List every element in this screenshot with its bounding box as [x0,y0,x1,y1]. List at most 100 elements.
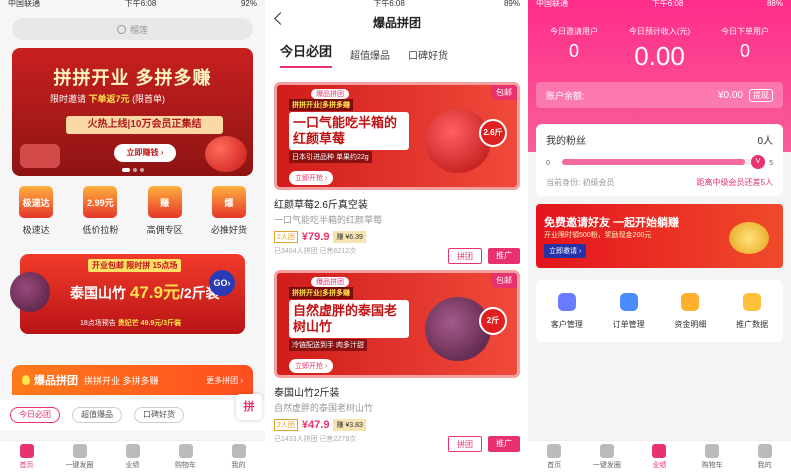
invite-title: 免费邀请好友 一起开始躺赚 [544,217,680,229]
product-banner[interactable]: 爆品拼团 拼拼开业|多拼多赚 自然虚胖的泰国老树山竹 冷链配送到手 肉多汁甜 立即开抢 … [274,270,520,378]
battery-label: 88% [766,0,783,8]
tab-home[interactable]: 首页 [532,444,576,470]
filter-pill[interactable]: 今日必团 [10,407,60,423]
coin-pile-icon [729,222,769,254]
back-icon[interactable] [274,12,287,25]
category-label: 高佣专区 [146,225,183,235]
category-item[interactable]: 2.99元 低价拉粉 [71,186,129,236]
invite-banner[interactable]: 免费邀请好友 一起开始躺赚 开业限时領500粉，奖励现金200元 立即邀请 › [536,204,783,268]
product-card[interactable]: 爆品拼团 拼拼开业|多拼多赚 一口气能吃半箱的红颜草莓 日本引进品种 单果约22g 立即… [274,82,520,264]
funds-icon [681,292,700,311]
filter-pill[interactable]: 口碑好货 [134,407,184,423]
tab-profile[interactable]: 我的 [217,444,261,470]
promote-button[interactable]: 推广 [488,436,520,452]
withdraw-button[interactable]: 提现 [749,88,773,102]
grab-now-button[interactable]: 立即开抢 › [289,171,334,185]
promo-main: 泰国山竹 47.9元/2斤装 [70,283,220,302]
carrier-label: 中国联通 [536,0,568,8]
stat-ordering-users: 今日下单用户 0 [721,27,769,61]
group-buy-button[interactable]: 拼团 [448,436,482,452]
product-name: 红颜草莓2.6斤真空装 [274,200,368,211]
strawberry-image [205,136,247,172]
group-float-button[interactable]: 拼 [236,394,262,420]
customer-icon [557,292,576,311]
banner-subtitle: 限时邀请 下单返7元 (限首单) [50,94,166,104]
invite-now-button[interactable]: 立即邀请 › [544,244,587,258]
balance-row: 账户余额: ¥0.00 提现 [536,82,783,108]
go-button[interactable]: GO› [209,270,235,296]
share-icon [599,444,614,458]
home-icon [547,444,562,458]
group-tab[interactable]: 超值爆品 [350,47,390,68]
mangosteen-promo[interactable]: 开业包邮 限时拼 15点场 泰国山竹 47.9元/2斤装 GO› 18点场预告 … [10,254,245,334]
tab-label: 我的 [757,462,772,469]
group-filter-pills: 今日必团 超值爆品 口碑好货 [0,400,265,430]
product-tag: 爆品拼团 [311,277,349,287]
meat-image [20,144,60,168]
tool-customer[interactable]: 客户管理 [539,292,595,330]
tab-chart[interactable]: 业绩 [111,444,155,470]
group-list-screen: 下午6:08 89% 爆品拼团 今日必团 超值爆品 口碑好货 爆品拼团 拼拼开业|多拼… [266,0,528,472]
banner-band: 火热上线|10万会员正集结 [66,116,223,134]
product-description: 一口气能吃半箱的红颜草莓 [274,215,383,225]
product-slogan: 拼拼开业|多拼多赚 [289,287,353,299]
search-placeholder: 榴莲 [129,24,148,35]
tab-cart[interactable]: 购物车 [164,444,208,470]
category-item[interactable]: 赚高佣专区 [136,186,194,236]
fans-card[interactable]: 我的粉丝 0人 V 0 5 当前身份: 初级会员 距离中级会员还差5人 [536,124,783,196]
product-actions: 拼团 推广 [448,436,520,452]
profile-icon [231,444,246,458]
more-groups-link[interactable]: 更多拼团 › [206,375,243,386]
mangosteen-image [10,272,50,312]
group-tab[interactable]: 今日必团 [280,41,333,68]
search-bar[interactable]: 榴莲 [12,18,253,40]
tab-label: 业绩 [125,462,140,469]
tool-funds[interactable]: 资金明细 [662,292,718,330]
fans-count: 0人 [757,136,773,147]
fans-label: 我的粉丝 [546,136,586,147]
performance-screen: 中国联通 下午6:08 88% 今日邀请用户 0 今日预计收入(元) 0.00 … [528,0,791,472]
product-card[interactable]: 爆品拼团 拼拼开业|多拼多赚 自然虚胖的泰国老树山竹 冷链配送到手 肉多汁甜 立即开抢 … [274,270,520,452]
tab-chart[interactable]: 业绩 [637,444,681,470]
chart-icon [652,444,667,458]
earn-now-button[interactable]: 立即赚钱 › [114,144,176,162]
search-icon [116,24,126,34]
bottom-tabbar: 首页 一键发圈 业绩 购物车 我的 [0,440,265,472]
battery-label: 89% [503,0,520,8]
category-item[interactable]: 爆必推好货 [200,186,258,236]
tab-home[interactable]: 首页 [5,444,49,470]
tool-promo-data[interactable]: 推广数据 [724,292,780,330]
tool-label: 订单管理 [612,319,645,329]
tab-profile[interactable]: 我的 [743,444,787,470]
tab-share[interactable]: 一键发圈 [58,444,102,470]
promote-button[interactable]: 推广 [488,248,520,264]
product-slogan: 拼拼开业|多拼多赚 [289,99,353,111]
tab-cart[interactable]: 购物车 [690,444,734,470]
cart-icon [178,444,193,458]
flame-icon [22,375,30,385]
group-size-badge: 2人团 [274,419,298,431]
hot-title: 爆品拼团 [34,375,78,387]
product-headline: 一口气能吃半箱的红颜草莓 [289,112,409,150]
group-buy-button[interactable]: 拼团 [448,248,482,264]
grab-now-button[interactable]: 立即开抢 › [289,359,334,373]
category-label: 必推好货 [210,225,247,235]
product-actions: 拼团 推广 [448,248,520,264]
category-item[interactable]: 极速达 极速达 [7,186,65,236]
carousel-dots[interactable] [12,168,253,172]
group-size-badge: 2人团 [274,231,298,243]
status-bar: 中国联通 下午6:08 88% [528,0,791,8]
filter-pill[interactable]: 超值爆品 [72,407,122,423]
weight-badge: 2斤 [479,307,507,335]
promo-banner[interactable]: 拼拼开业 多拼多赚 限时邀请 下单返7元 (限首单) 火热上线|10万会员正集结… [12,48,253,176]
tool-order[interactable]: 订单管理 [601,292,657,330]
tool-grid: 客户管理 订单管理 资金明细 推广数据 [536,280,783,342]
balance-value: ¥0.00 [717,89,743,101]
status-bar: 中国联通 下午6:08 92% [0,0,265,8]
group-tab[interactable]: 口碑好货 [408,47,448,68]
category-row: 极速达 极速达 2.99元 低价拉粉赚高佣专区爆必推好货 [4,186,261,236]
product-banner[interactable]: 爆品拼团 拼拼开业|多拼多赚 一口气能吃半箱的红颜草莓 日本引进品种 单果约22g 立即… [274,82,520,190]
free-shipping-badge: 包邮 [491,273,517,288]
tab-share[interactable]: 一键发圈 [585,444,629,470]
commission-badge: 赚 ¥3.83 [333,419,366,431]
